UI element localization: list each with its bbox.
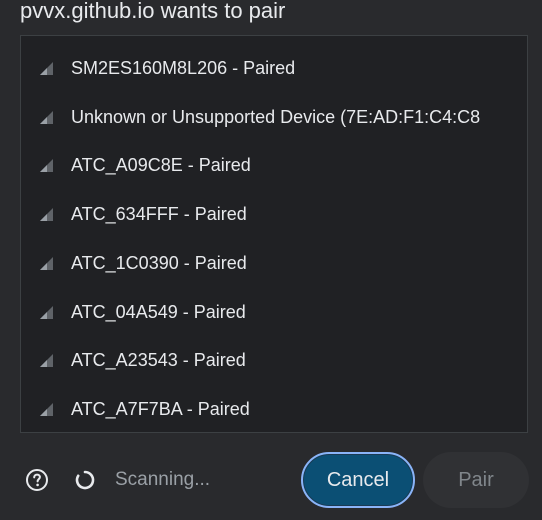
signal-icon: [38, 109, 54, 125]
spinner-icon: [74, 469, 96, 491]
signal-icon: [38, 206, 54, 222]
device-label: Unknown or Unsupported Device (7E:AD:F1:…: [71, 106, 481, 127]
device-list[interactable]: SM2ES160M8L206 - Paired Unknown or Unsup…: [20, 35, 528, 433]
device-label: SM2ES160M8L206 - Paired: [71, 57, 296, 78]
help-icon[interactable]: [25, 468, 49, 492]
device-row[interactable]: SM2ES160M8L206 - Paired: [21, 44, 527, 93]
signal-icon: [38, 60, 54, 76]
device-label: ATC_634FFF - Paired: [71, 203, 247, 224]
dialog-title: pvvx.github.io wants to pair: [20, 0, 286, 23]
device-label: ATC_A09C8E - Paired: [71, 154, 251, 175]
device-row[interactable]: ATC_1C0390 - Paired: [21, 239, 527, 288]
pair-button[interactable]: Pair: [423, 452, 529, 508]
device-row[interactable]: ATC_04A549 - Paired: [21, 288, 527, 337]
device-label: ATC_04A549 - Paired: [71, 301, 246, 322]
signal-icon: [38, 157, 54, 173]
signal-icon: [38, 352, 54, 368]
device-row[interactable]: ATC_A23543 - Paired: [21, 336, 527, 385]
scanning-status: Scanning...: [115, 469, 211, 490]
device-label: ATC_A7F7BA - Paired: [71, 398, 250, 419]
device-label: ATC_1C0390 - Paired: [71, 252, 247, 273]
device-row[interactable]: ATC_A09C8E - Paired: [21, 141, 527, 190]
signal-icon: [38, 255, 54, 271]
device-label: ATC_A23543 - Paired: [71, 349, 246, 370]
signal-icon: [38, 304, 54, 320]
dialog-footer: Scanning... Cancel Pair: [0, 440, 542, 520]
bluetooth-pair-dialog: pvvx.github.io wants to pair SM2ES160M8L…: [0, 0, 542, 520]
device-row[interactable]: Unknown or Unsupported Device (7E:AD:F1:…: [21, 93, 527, 142]
device-row[interactable]: ATC_A7F7BA - Paired: [21, 385, 527, 432]
signal-icon: [38, 401, 54, 417]
device-row[interactable]: ATC_634FFF - Paired: [21, 190, 527, 239]
cancel-button[interactable]: Cancel: [301, 452, 415, 508]
